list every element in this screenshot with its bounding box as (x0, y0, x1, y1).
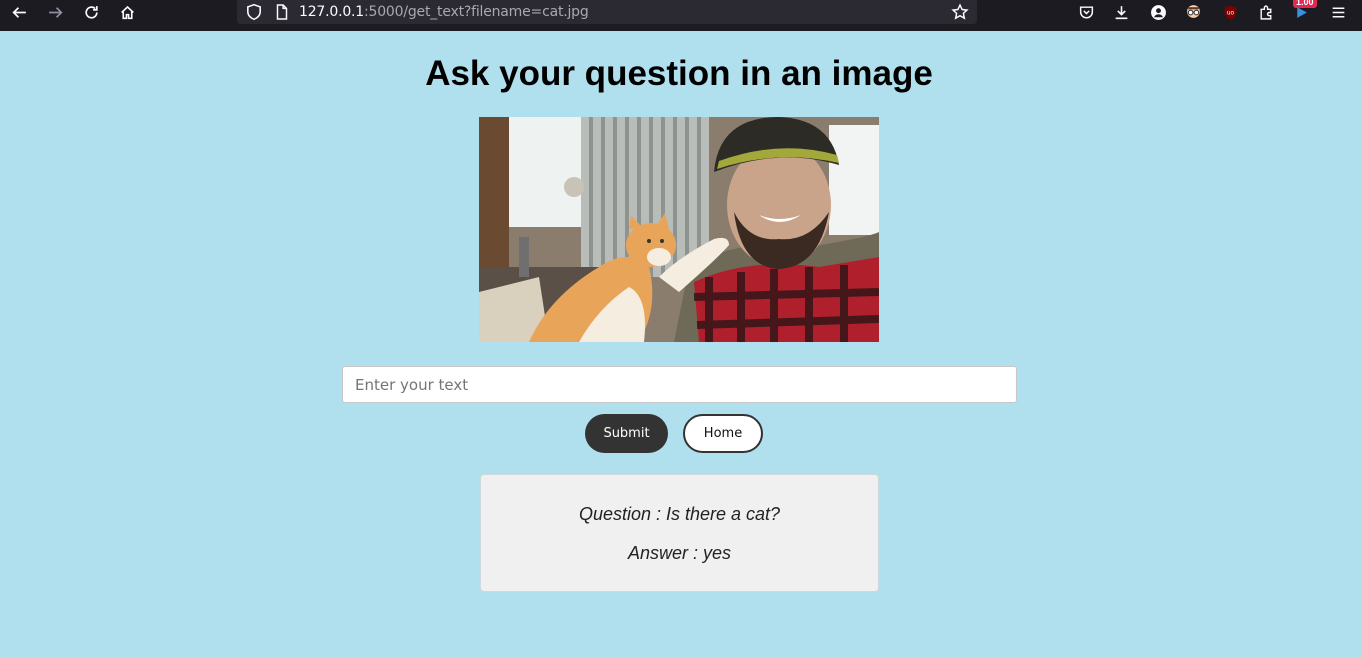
hamburger-menu-icon (1332, 6, 1344, 18)
extensions-button[interactable] (1251, 0, 1281, 24)
question-text: Question : Is there a cat? (578, 504, 781, 524)
url-text[interactable]: 127.0.0.1:5000/get_text?filename=cat.jpg (299, 4, 589, 20)
extension-glasses-button[interactable] (1178, 0, 1208, 24)
shield-icon[interactable] (245, 3, 263, 21)
house-icon (120, 5, 134, 19)
cat-and-man-photo (479, 117, 879, 342)
arrow-right-icon (48, 6, 63, 18)
puzzle-icon (1259, 5, 1271, 20)
url-path: :5000/get_text?filename=cat.jpg (364, 4, 589, 20)
svg-text:uo: uo (1226, 10, 1234, 16)
reload-icon (84, 5, 98, 19)
extension-badge: 1.00 (1293, 0, 1317, 8)
uploaded-image (479, 117, 879, 342)
back-button[interactable] (4, 0, 34, 24)
ublock-button[interactable]: uo (1215, 0, 1245, 24)
arrow-left-icon (11, 6, 26, 18)
address-bar[interactable]: 127.0.0.1:5000/get_text?filename=cat.jpg (237, 0, 977, 24)
answer-text: Answer : yes (627, 543, 732, 563)
pocket-icon (1079, 5, 1093, 19)
home-button[interactable]: Home (683, 414, 763, 453)
glasses-icon (1186, 4, 1200, 18)
menu-button[interactable] (1323, 0, 1353, 24)
result-panel: Question : Is there a cat? Answer : yes (480, 474, 879, 592)
forward-button[interactable] (40, 0, 70, 24)
home-browser-button[interactable] (112, 0, 142, 24)
ublock-shield-icon: uo (1224, 5, 1236, 19)
browser-toolbar: 127.0.0.1:5000/get_text?filename=cat.jpg… (0, 0, 1362, 31)
account-icon (1150, 4, 1166, 20)
url-host: 127.0.0.1 (299, 4, 364, 20)
downloads-button[interactable] (1106, 0, 1136, 24)
download-icon (1115, 5, 1127, 19)
reload-button[interactable] (76, 0, 106, 24)
question-input[interactable] (342, 366, 1017, 403)
pocket-button[interactable] (1071, 0, 1101, 24)
page-icon[interactable] (273, 3, 291, 21)
submit-button[interactable]: Submit (585, 414, 668, 453)
page-title: Ask your question in an image (425, 54, 933, 93)
bookmark-star-icon[interactable] (951, 3, 969, 21)
account-button[interactable] (1143, 0, 1173, 24)
